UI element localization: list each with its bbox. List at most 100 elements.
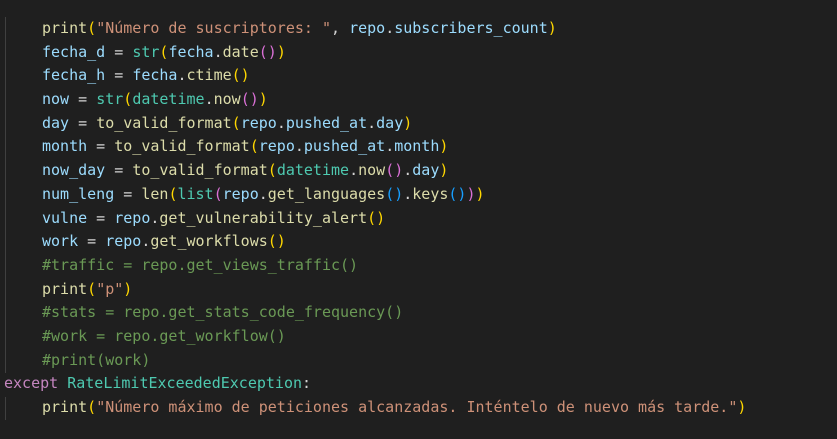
code-token: subscribers_count bbox=[394, 19, 548, 37]
code-token: ( bbox=[249, 137, 259, 156]
code-token: month bbox=[394, 137, 440, 156]
code-token: . bbox=[385, 19, 395, 37]
code-token: to_valid_format bbox=[96, 113, 232, 132]
code-token: ctime bbox=[186, 66, 232, 85]
code-token: str bbox=[96, 90, 124, 109]
code-line[interactable]: num_leng = len(list(repo.get_languages()… bbox=[0, 183, 837, 207]
code-token: fecha bbox=[132, 66, 178, 85]
code-line[interactable]: #traffic = repo.get_views_traffic() bbox=[0, 254, 837, 278]
code-token: () bbox=[231, 66, 250, 85]
code-token: num_leng bbox=[42, 184, 115, 203]
code-token: . bbox=[177, 66, 187, 85]
code-token: ( bbox=[267, 161, 277, 180]
code-token: . bbox=[204, 90, 214, 109]
code-line[interactable]: except RateLimitExceededException: bbox=[0, 372, 837, 396]
code-token: () bbox=[367, 208, 386, 227]
indent-guide bbox=[5, 396, 6, 421]
code-token: #work = repo.get_workflow() bbox=[42, 326, 286, 345]
code-token: datetime bbox=[276, 161, 350, 180]
code-token: : bbox=[302, 374, 312, 393]
indent-guide bbox=[5, 17, 6, 373]
code-token: #traffic = repo.get_views_traffic() bbox=[42, 255, 359, 274]
code-token: . bbox=[276, 113, 286, 132]
code-token: . bbox=[403, 161, 413, 180]
code-token: . bbox=[385, 137, 395, 156]
code-token: get_vulnerability_alert bbox=[159, 208, 368, 227]
code-token: () bbox=[240, 90, 259, 109]
code-token: ) bbox=[403, 113, 413, 132]
code-token: day bbox=[376, 113, 404, 132]
code-lines: print("Número de suscriptores: ", repo.s… bbox=[0, 17, 837, 420]
code-token: except bbox=[4, 374, 59, 393]
code-token: () bbox=[385, 161, 404, 180]
code-token: repo bbox=[349, 19, 386, 37]
code-token: ) bbox=[475, 184, 485, 203]
code-token: . bbox=[367, 113, 377, 132]
code-line[interactable]: fecha_h = fecha.ctime() bbox=[0, 64, 837, 88]
code-token: = bbox=[105, 42, 133, 61]
code-token: . bbox=[403, 184, 413, 203]
code-token: = bbox=[69, 113, 97, 132]
code-token: = bbox=[105, 161, 133, 180]
code-line[interactable]: now_day = to_valid_format(datetime.now()… bbox=[0, 159, 837, 183]
code-token: ( bbox=[123, 90, 133, 109]
code-line[interactable]: #work = repo.get_workflow() bbox=[0, 325, 837, 349]
code-token: print bbox=[42, 279, 88, 298]
code-token: "Número máximo de peticiones alcanzadas.… bbox=[96, 398, 738, 416]
code-token: day bbox=[412, 161, 440, 180]
code-token: date bbox=[222, 42, 259, 61]
code-line[interactable]: month = to_valid_format(repo.pushed_at.m… bbox=[0, 135, 837, 159]
code-token: ) bbox=[258, 90, 268, 109]
code-token: . bbox=[294, 137, 304, 156]
code-line[interactable]: #stats = repo.get_stats_code_frequency() bbox=[0, 301, 837, 325]
code-editor[interactable]: print("Número de suscriptores: ", repo.s… bbox=[0, 0, 837, 439]
code-token: ( bbox=[213, 184, 223, 203]
code-token: . bbox=[258, 184, 268, 203]
code-token: = bbox=[105, 66, 133, 85]
code-token: work bbox=[42, 232, 79, 251]
code-token: print bbox=[42, 398, 88, 416]
code-token: pushed_at bbox=[303, 137, 386, 156]
code-line[interactable]: work = repo.get_workflows() bbox=[0, 230, 837, 254]
code-token: keys bbox=[412, 184, 449, 203]
code-token: month bbox=[42, 137, 88, 156]
code-token: ) bbox=[439, 161, 449, 180]
code-line[interactable]: fecha_d = str(fecha.date()) bbox=[0, 41, 837, 65]
code-token: . bbox=[349, 161, 359, 180]
code-token: repo bbox=[240, 113, 277, 132]
code-line[interactable]: #print(work) bbox=[0, 349, 837, 373]
code-token: ) bbox=[123, 279, 133, 298]
code-line[interactable]: now = str(datetime.now()) bbox=[0, 88, 837, 112]
code-token: fecha bbox=[168, 42, 214, 61]
code-token: #stats = repo.get_stats_code_frequency() bbox=[42, 303, 404, 322]
code-token: now_day bbox=[42, 161, 106, 180]
code-token: repo bbox=[258, 137, 295, 156]
code-token: ) bbox=[547, 19, 557, 37]
code-token: = bbox=[69, 90, 97, 109]
code-token: () bbox=[448, 184, 467, 203]
code-token: len bbox=[141, 184, 169, 203]
code-line[interactable]: print("Número de suscriptores: ", repo.s… bbox=[0, 17, 837, 41]
code-token: "Número de suscriptores: " bbox=[96, 19, 331, 37]
code-line[interactable]: vulne = repo.get_vulnerability_alert() bbox=[0, 207, 837, 231]
code-token: ( bbox=[87, 279, 97, 298]
code-token: ) bbox=[466, 184, 476, 203]
code-token: () bbox=[267, 232, 286, 251]
code-token: vulne bbox=[42, 208, 88, 227]
code-line[interactable]: print("p") bbox=[0, 278, 837, 302]
code-line[interactable]: print("Número máximo de peticiones alcan… bbox=[0, 396, 837, 420]
code-token: ) bbox=[439, 137, 449, 156]
code-token: ) bbox=[276, 42, 286, 61]
code-token: now bbox=[358, 161, 386, 180]
code-token: = bbox=[87, 208, 115, 227]
code-token: ) bbox=[737, 398, 747, 416]
code-token: ( bbox=[87, 19, 97, 37]
code-token: ( bbox=[87, 398, 97, 416]
code-token: fecha_d bbox=[42, 42, 106, 61]
code-line[interactable]: day = to_valid_format(repo.pushed_at.day… bbox=[0, 112, 837, 136]
code-token: now bbox=[213, 90, 241, 109]
code-token: get_workflows bbox=[150, 232, 268, 251]
code-token: , bbox=[331, 19, 350, 37]
code-token: = bbox=[87, 137, 115, 156]
